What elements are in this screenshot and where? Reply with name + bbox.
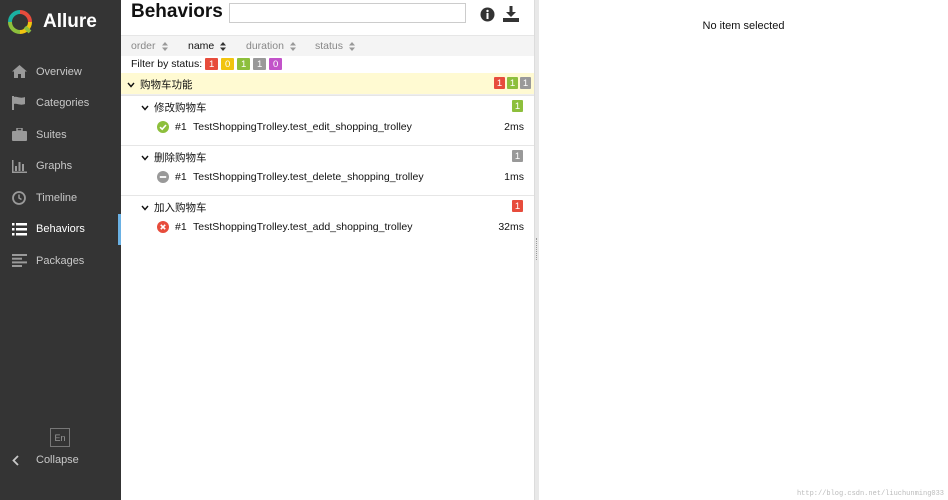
status-badge: 1 xyxy=(494,77,505,89)
info-icon[interactable] xyxy=(479,6,495,22)
chevron-down-icon xyxy=(127,82,137,88)
sort-arrows-icon xyxy=(289,41,296,51)
tree-group-story[interactable]: 加入购物车 1 xyxy=(121,195,534,217)
sidebar-item-behaviors[interactable]: Behaviors xyxy=(0,213,121,246)
sidebar-item-label: Timeline xyxy=(36,191,78,204)
sort-status-label: status xyxy=(315,40,344,52)
sidebar-item-categories[interactable]: Categories xyxy=(0,88,121,120)
story-name: 删除购物车 xyxy=(154,152,207,164)
search-input[interactable] xyxy=(229,3,466,23)
failed-icon xyxy=(157,221,169,233)
test-case-name: TestShoppingTrolley.test_add_shopping_tr… xyxy=(193,221,413,233)
sort-duration-label: duration xyxy=(246,40,284,52)
sidebar-item-label: Packages xyxy=(36,254,85,267)
sort-name[interactable]: name xyxy=(188,40,227,52)
test-case-number: #1 xyxy=(175,171,187,183)
sort-arrows-icon xyxy=(349,41,356,51)
sidebar-item-label: Graphs xyxy=(36,160,73,173)
sidebar-nav: Overview Categories Suites Graphs Timeli… xyxy=(0,56,121,277)
filter-chip-unknown[interactable]: 0 xyxy=(269,58,283,70)
bar-chart-icon xyxy=(11,158,27,174)
sidebar-item-graphs[interactable]: Graphs xyxy=(0,151,121,183)
story-name: 修改购物车 xyxy=(154,102,207,114)
sort-order[interactable]: order xyxy=(131,40,168,52)
status-badge: 1 xyxy=(512,200,523,212)
test-case-duration: 32ms xyxy=(498,221,524,233)
chevron-down-icon xyxy=(141,155,151,161)
sort-status[interactable]: status xyxy=(315,40,356,52)
sidebar-item-label: Categories xyxy=(36,97,90,110)
test-case-row[interactable]: #1 TestShoppingTrolley.test_add_shopping… xyxy=(121,216,534,238)
align-left-icon xyxy=(11,253,27,269)
status-badge: 1 xyxy=(512,150,523,162)
splitter-grip-icon xyxy=(536,238,538,260)
sort-order-label: order xyxy=(131,40,156,52)
collapse-button[interactable]: Collapse xyxy=(12,454,79,466)
sidebar-item-label: Suites xyxy=(36,128,67,141)
filter-label: Filter by status: xyxy=(131,58,203,70)
brand-name: Allure xyxy=(43,11,97,32)
behaviors-pane: Behaviors order name duration status Fil… xyxy=(121,0,534,500)
filter-chip-passed[interactable]: 1 xyxy=(237,58,251,70)
feature-badges: 1 1 1 xyxy=(492,77,531,89)
filter-chip-skipped[interactable]: 1 xyxy=(253,58,267,70)
sort-name-label: name xyxy=(188,40,215,52)
status-badge: 1 xyxy=(512,100,523,112)
test-case-duration: 2ms xyxy=(504,121,524,133)
sidebar-item-packages[interactable]: Packages xyxy=(0,245,121,277)
clock-icon xyxy=(11,190,27,206)
test-case-name: TestShoppingTrolley.test_edit_shopping_t… xyxy=(193,121,412,133)
passed-icon xyxy=(157,121,169,133)
home-icon xyxy=(11,64,27,80)
test-case-row[interactable]: #1 TestShoppingTrolley.test_delete_shopp… xyxy=(121,166,534,188)
briefcase-icon xyxy=(11,127,27,143)
sort-arrows-icon xyxy=(161,41,168,51)
language-button[interactable]: En xyxy=(50,428,70,447)
filter-chip-failed[interactable]: 1 xyxy=(205,58,219,70)
sort-arrows-icon xyxy=(220,41,227,51)
download-icon[interactable] xyxy=(503,6,519,22)
story-name: 加入购物车 xyxy=(154,202,207,214)
page-title: Behaviors xyxy=(131,1,223,22)
sidebar: Allure Overview Categories Suites Graphs xyxy=(0,0,121,500)
status-badge: 1 xyxy=(520,77,531,89)
sidebar-item-timeline[interactable]: Timeline xyxy=(0,182,121,214)
list-icon xyxy=(11,221,27,237)
test-case-name: TestShoppingTrolley.test_delete_shopping… xyxy=(193,171,424,183)
test-case-number: #1 xyxy=(175,121,187,133)
filter-chip-broken[interactable]: 0 xyxy=(221,58,235,70)
empty-state-text: No item selected xyxy=(702,20,785,32)
test-case-number: #1 xyxy=(175,221,187,233)
sidebar-item-suites[interactable]: Suites xyxy=(0,119,121,151)
brand[interactable]: Allure xyxy=(8,9,97,35)
chevron-down-icon xyxy=(141,105,151,111)
sort-bar: order name duration status xyxy=(121,35,534,56)
status-filter: Filter by status: 1 0 1 1 0 xyxy=(131,57,283,71)
sidebar-item-label: Overview xyxy=(36,65,82,78)
flag-icon xyxy=(11,95,27,111)
detail-pane: No item selected xyxy=(539,0,948,500)
feature-name: 购物车功能 xyxy=(140,79,193,91)
collapse-label: Collapse xyxy=(36,454,79,466)
tree-group-story[interactable]: 修改购物车 1 xyxy=(121,95,534,117)
tree-group-feature[interactable]: 购物车功能 1 1 1 xyxy=(121,73,534,95)
skipped-icon xyxy=(157,171,169,183)
sidebar-item-label: Behaviors xyxy=(36,223,85,236)
chevron-down-icon xyxy=(141,205,151,211)
chevron-left-icon xyxy=(12,454,22,466)
watermark: http://blog.csdn.net/liuchunming033 xyxy=(796,490,944,498)
sidebar-item-overview[interactable]: Overview xyxy=(0,56,121,88)
allure-logo-icon xyxy=(8,10,32,34)
test-case-row[interactable]: #1 TestShoppingTrolley.test_edit_shoppin… xyxy=(121,116,534,138)
test-case-duration: 1ms xyxy=(504,171,524,183)
status-badge: 1 xyxy=(507,77,518,89)
sort-duration[interactable]: duration xyxy=(246,40,296,52)
tree-group-story[interactable]: 删除购物车 1 xyxy=(121,145,534,167)
